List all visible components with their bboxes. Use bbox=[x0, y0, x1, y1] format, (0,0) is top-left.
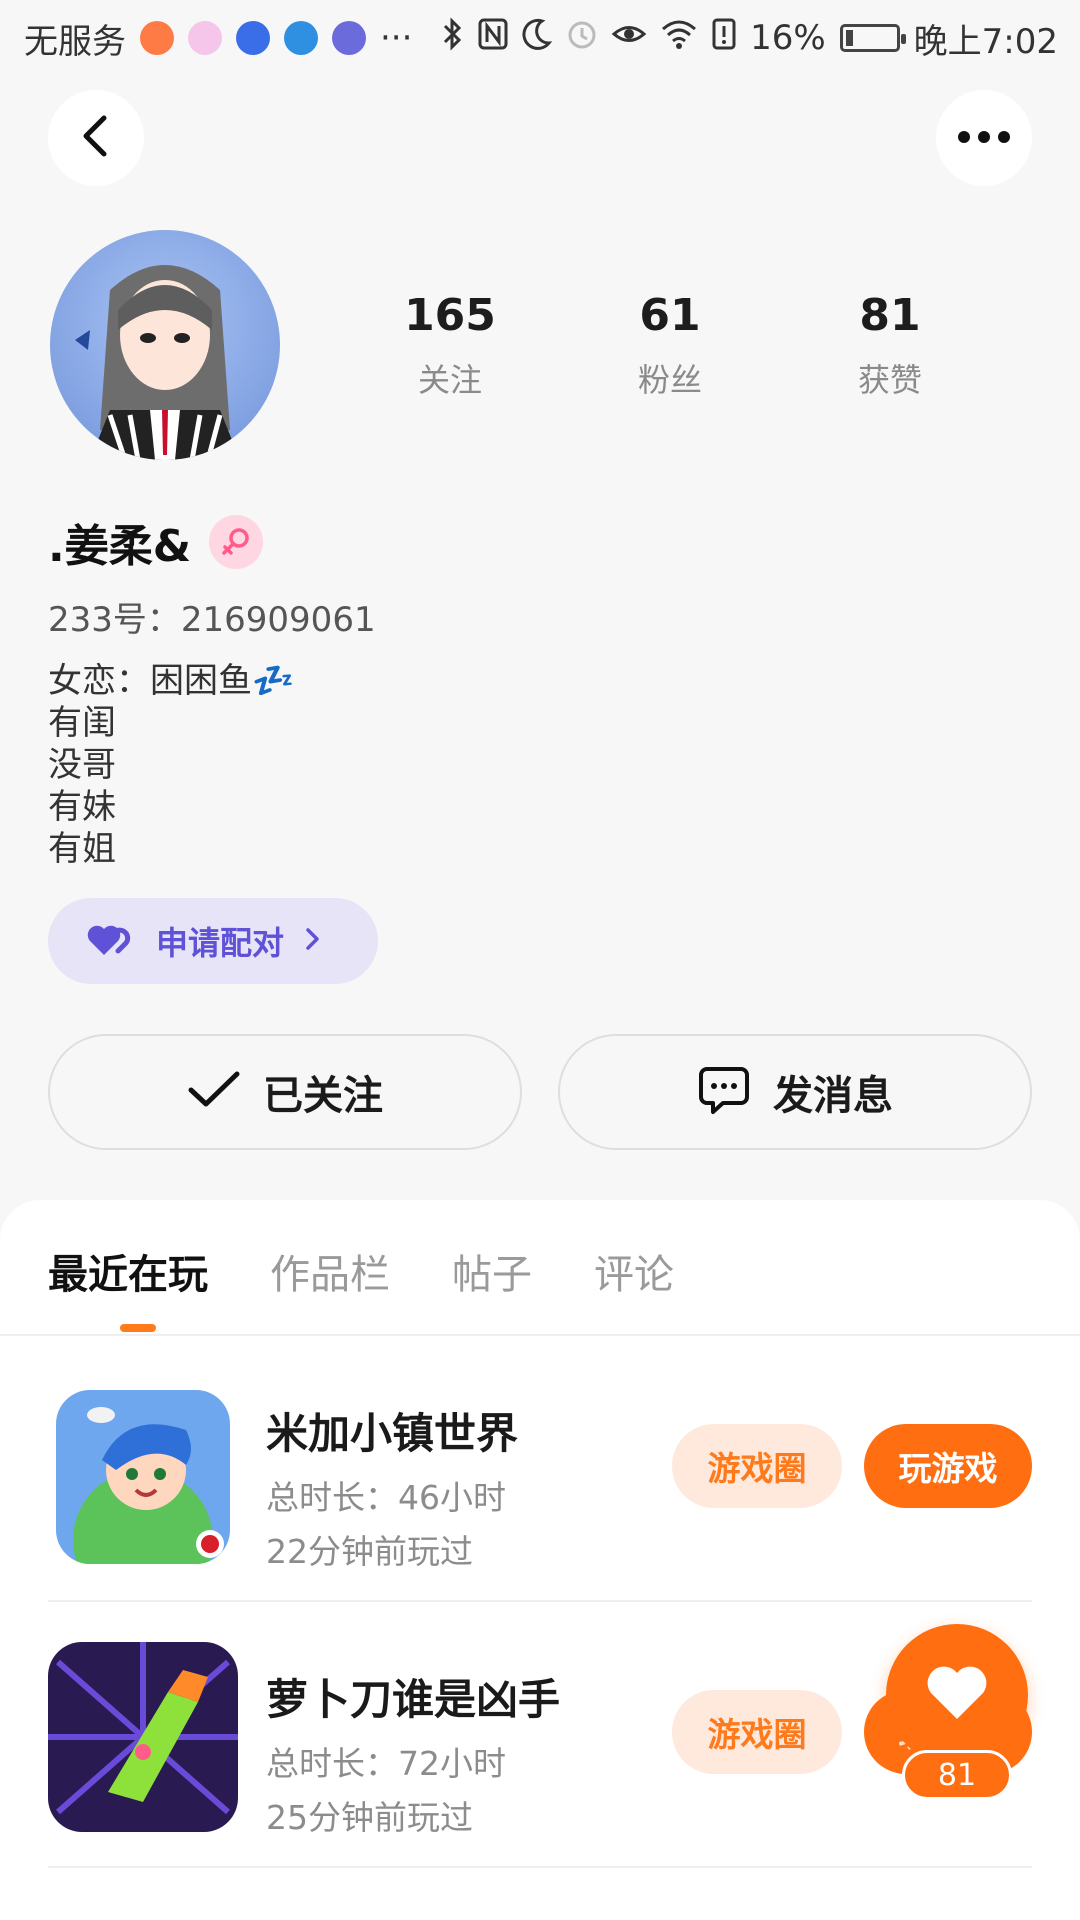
game-info: 萝卜刀谁是凶手 总时长：72小时 25分钟前玩过 bbox=[266, 1666, 560, 1845]
active-tab-indicator bbox=[120, 1324, 156, 1332]
female-icon bbox=[209, 515, 264, 569]
stat-label: 获赞 bbox=[857, 361, 922, 399]
tab-recently-played[interactable]: 最近在玩 bbox=[48, 1242, 208, 1300]
game-last-played: 25分钟前玩过 bbox=[266, 1798, 473, 1837]
nfc-icon bbox=[478, 17, 508, 60]
content-card: 最近在玩 作品栏 帖子 评论 米加小镇世界 总时长：46小时 22分钟前玩过 游… bbox=[0, 1200, 1080, 1920]
game-list-item[interactable]: 萝卜刀谁是凶手 总时长：72小时 25分钟前玩过 游戏圈 玩游戏 bbox=[48, 1602, 1032, 1868]
game-title: 米加小镇世界 bbox=[266, 1409, 519, 1458]
double-heart-icon bbox=[86, 921, 138, 961]
tab-posts[interactable]: 帖子 bbox=[452, 1242, 532, 1300]
back-button[interactable] bbox=[48, 90, 144, 186]
game-title: 萝卜刀谁是凶手 bbox=[266, 1675, 561, 1724]
game-info: 米加小镇世界 总时长：46小时 22分钟前玩过 bbox=[266, 1400, 518, 1579]
clock: 晚上7:02 bbox=[913, 21, 1058, 62]
more-options-button[interactable] bbox=[936, 90, 1032, 186]
game-icon-radish-knife bbox=[48, 1642, 238, 1832]
stat-followers[interactable]: 61 粉丝 bbox=[560, 290, 780, 401]
send-message-button[interactable]: 发消息 bbox=[558, 1034, 1032, 1150]
tab-comments[interactable]: 评论 bbox=[594, 1242, 674, 1300]
apply-match-button[interactable]: 申请配对 bbox=[48, 898, 378, 984]
stat-likes[interactable]: 81 获赞 bbox=[780, 290, 1000, 401]
user-id: 233号：216909061 bbox=[48, 600, 376, 640]
like-button[interactable] bbox=[886, 1624, 1028, 1766]
game-circle-button[interactable]: 游戏圈 bbox=[672, 1424, 842, 1508]
battery-percent: 16% bbox=[750, 18, 826, 58]
more-dots-icon bbox=[956, 129, 1012, 148]
bio-line: 女恋：困困鱼💤 bbox=[48, 661, 295, 701]
tab-works[interactable]: 作品栏 bbox=[270, 1242, 390, 1300]
more-notifications-icon: ··· bbox=[380, 18, 413, 58]
username: .姜柔& bbox=[48, 521, 192, 572]
bluetooth-icon bbox=[442, 16, 464, 60]
game-total-time: 总时长：46小时 bbox=[266, 1478, 506, 1517]
play-game-button[interactable]: 玩游戏 bbox=[864, 1424, 1032, 1508]
status-bar: 无服务 ··· 16% 晚上7:02 bbox=[0, 0, 1080, 76]
game-icon-miga-town bbox=[56, 1390, 230, 1564]
chat-bubble-icon bbox=[697, 1063, 751, 1121]
eye-comfort-icon bbox=[611, 17, 647, 60]
game-circle-button[interactable]: 游戏圈 bbox=[672, 1690, 842, 1774]
browser-icon bbox=[284, 21, 318, 55]
bio-line: 有姐 bbox=[48, 829, 116, 869]
alarm-icon bbox=[566, 17, 598, 60]
baidu-icon bbox=[236, 21, 270, 55]
stat-value: 165 bbox=[404, 290, 496, 341]
stat-following[interactable]: 165 关注 bbox=[340, 290, 560, 401]
heart-icon bbox=[925, 1665, 989, 1725]
following-label: 已关注 bbox=[263, 1073, 383, 1119]
wifi-icon bbox=[660, 17, 698, 60]
tab-bar: 最近在玩 作品栏 帖子 评论 bbox=[48, 1242, 674, 1300]
game-list-item[interactable]: 米加小镇世界 总时长：46小时 22分钟前玩过 游戏圈 玩游戏 bbox=[48, 1336, 1032, 1602]
profile-stats: 165 关注 61 粉丝 81 获赞 bbox=[340, 290, 1040, 401]
music-icon bbox=[332, 21, 366, 55]
stat-label: 粉丝 bbox=[637, 361, 702, 399]
stat-value: 61 bbox=[639, 290, 701, 341]
chevron-right-icon bbox=[302, 925, 322, 957]
bio-line: 有妹 bbox=[48, 787, 116, 827]
game-last-played: 22分钟前玩过 bbox=[266, 1532, 473, 1571]
sim-alert-icon bbox=[712, 17, 736, 60]
moon-icon bbox=[522, 17, 553, 60]
apply-match-label: 申请配对 bbox=[156, 924, 285, 962]
username-row: .姜柔& bbox=[48, 510, 264, 574]
bio-line: 没哥 bbox=[48, 745, 116, 785]
battery-icon bbox=[839, 24, 906, 52]
bio: 女恋：困困鱼💤 有闺 没哥 有妹 有姐 bbox=[48, 660, 294, 870]
like-count-badge: 81 bbox=[902, 1750, 1012, 1800]
send-message-label: 发消息 bbox=[773, 1073, 893, 1119]
check-icon bbox=[187, 1070, 241, 1114]
carrier-text: 无服务 bbox=[24, 21, 126, 62]
chevron-left-icon bbox=[76, 114, 116, 162]
bio-line: 有闺 bbox=[48, 703, 116, 743]
stat-value: 81 bbox=[859, 290, 921, 341]
avatar[interactable] bbox=[50, 230, 280, 460]
game-total-time: 总时长：72小时 bbox=[266, 1744, 506, 1783]
stat-label: 关注 bbox=[417, 361, 482, 399]
app-notification-icon bbox=[188, 21, 222, 55]
following-button[interactable]: 已关注 bbox=[48, 1034, 522, 1150]
app-notification-icon bbox=[140, 21, 174, 55]
